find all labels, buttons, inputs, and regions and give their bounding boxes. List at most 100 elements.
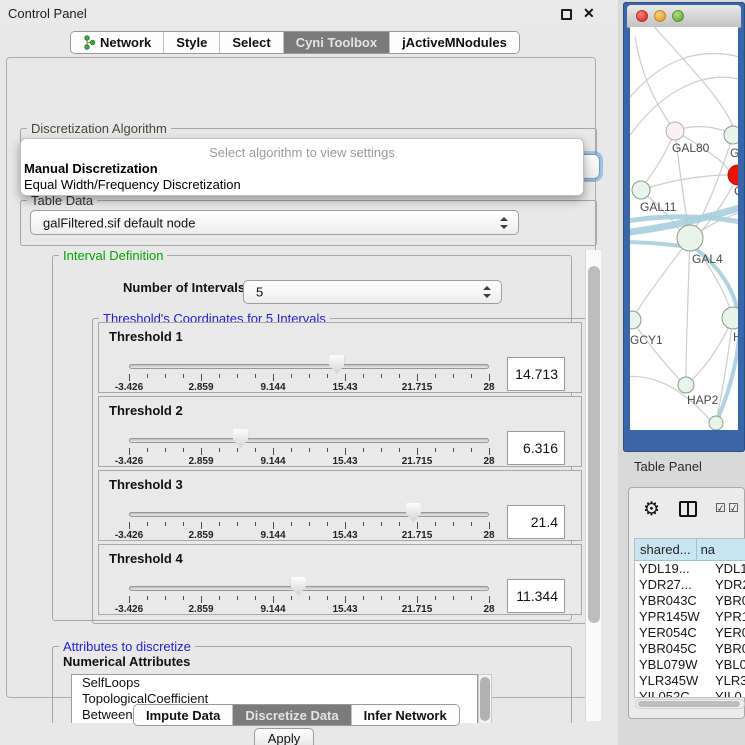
table-cell[interactable]: YBR043C [635, 593, 711, 609]
columns-icon[interactable] [679, 501, 697, 517]
control-panel-title: Control Panel [8, 6, 87, 21]
node-table[interactable]: shared... na YDL19...YDL1YDR27...YDR2YBR… [634, 538, 745, 698]
network-node[interactable] [632, 181, 650, 199]
table-cell[interactable]: YLR345W [635, 673, 711, 689]
table-cell[interactable]: YDR27... [635, 577, 711, 593]
close-traffic-light-icon[interactable] [636, 10, 648, 22]
threshold-3-value-field[interactable]: 21.4 [507, 505, 565, 539]
minimize-traffic-light-icon[interactable] [654, 10, 666, 22]
table-cell[interactable]: YER054C [635, 625, 711, 641]
network-node[interactable] [722, 307, 738, 329]
network-node[interactable] [678, 377, 694, 393]
table-row[interactable]: YLR345WYLR3 [635, 673, 745, 689]
threshold-4-value-field[interactable]: 11.344 [507, 579, 565, 613]
table-cell[interactable]: YDL19... [635, 561, 711, 577]
slider-thumb[interactable] [291, 577, 306, 596]
threshold-1-panel: Threshold 1 -3.4262.8599.14415.4321.7152… [98, 322, 582, 393]
table-cell[interactable]: YDL1 [711, 561, 745, 577]
table-horizontal-scrollbar[interactable] [635, 699, 745, 709]
gear-icon[interactable]: ⚙ [643, 498, 660, 521]
slider-tick [291, 522, 292, 526]
apply-button[interactable]: Apply [254, 728, 314, 745]
slider-thumb[interactable] [406, 503, 421, 522]
table-cell[interactable]: YIL052C [635, 689, 711, 698]
tab-network-label: Network [100, 35, 151, 50]
bottom-tab-bar: Impute Data Discretize Data Infer Networ… [133, 704, 460, 726]
slider-tick [417, 448, 418, 455]
number-of-intervals-label: Number of Intervals [123, 280, 245, 295]
number-of-intervals-value: 5 [256, 285, 263, 300]
table-row[interactable]: YDR27...YDR2 [635, 577, 745, 593]
table-data-combobox[interactable]: galFiltered.sif default node [30, 210, 519, 235]
zoom-traffic-light-icon[interactable] [672, 10, 684, 22]
network-node[interactable] [724, 126, 738, 144]
select-none-checkbox-icon[interactable]: ☑ [728, 502, 739, 514]
slider-tick-label: 2.859 [177, 530, 225, 541]
network-node[interactable] [630, 311, 641, 329]
tab-discretize-data[interactable]: Discretize Data [232, 705, 350, 725]
table-cell[interactable]: YER0 [711, 625, 745, 641]
tab-network[interactable]: Network [71, 32, 163, 53]
table-row[interactable]: YBR045CYBR0 [635, 641, 745, 657]
tab-jactivemnodules[interactable]: jActiveMNodules [389, 32, 519, 53]
slider-tick [273, 448, 274, 455]
tab-cyni-toolbox[interactable]: Cyni Toolbox [283, 32, 389, 53]
table-cell[interactable]: YIL0 [711, 689, 745, 698]
threshold-1-value-field[interactable]: 14.713 [507, 357, 565, 391]
network-window-titlebar[interactable] [627, 5, 741, 28]
cyni-content-panel: Discretization Algorithm Table Data galF… [6, 57, 596, 698]
table-row[interactable]: YBL079WYBL0 [635, 657, 745, 673]
network-canvas[interactable]: GAL80GACGAL11GAL4GCY1HHAP2 [630, 27, 738, 430]
number-of-intervals-combobox[interactable]: 5 [243, 280, 502, 304]
table-row[interactable]: YPR145WYPR1 [635, 609, 745, 625]
table-cell[interactable]: YBR0 [711, 641, 745, 657]
threshold-2-value-field[interactable]: 6.316 [507, 431, 565, 465]
table-row[interactable]: YDL19...YDL1 [635, 561, 745, 577]
table-hscrollbar-thumb[interactable] [638, 701, 740, 707]
dropdown-option-manual-discretization[interactable]: Manual Discretization [24, 161, 158, 176]
dropdown-option-equal-width-frequency[interactable]: Equal Width/Frequency Discretization [24, 177, 241, 192]
table-cell[interactable]: YLR3 [711, 673, 745, 689]
settings-scrollbar-thumb[interactable] [588, 266, 600, 623]
tab-select[interactable]: Select [219, 32, 282, 53]
table-cell[interactable]: YPR1 [711, 609, 745, 625]
table-cell[interactable]: YBR045C [635, 641, 711, 657]
table-cell[interactable]: YBL0 [711, 657, 745, 673]
tab-impute-data[interactable]: Impute Data [134, 705, 232, 725]
threshold-2-panel: Threshold 2 -3.4262.8599.14415.4321.7152… [98, 396, 582, 467]
table-cell[interactable]: YBR0 [711, 593, 745, 609]
attributes-scrollbar-thumb[interactable] [480, 677, 490, 721]
tab-infer-network[interactable]: Infer Network [351, 705, 459, 725]
tab-style[interactable]: Style [163, 32, 219, 53]
slider-tick-label: 15.43 [321, 456, 369, 467]
network-node[interactable] [666, 122, 684, 140]
close-icon[interactable]: ✕ [583, 5, 595, 22]
network-node-label: GCY1 [630, 333, 663, 347]
slider-tick [363, 374, 364, 378]
table-row[interactable]: YBR043CYBR0 [635, 593, 745, 609]
slider-thumb[interactable] [233, 429, 248, 448]
table-row[interactable]: YER054CYER0 [635, 625, 745, 641]
table-cell[interactable]: YBL079W [635, 657, 711, 673]
table-cell[interactable]: YDR2 [711, 577, 745, 593]
slider-tick-label: -3.426 [105, 382, 153, 393]
table-row[interactable]: YIL052CYIL0 [635, 689, 745, 698]
slider-tick-label: 2.859 [177, 604, 225, 615]
slider-thumb[interactable] [329, 355, 344, 374]
network-node[interactable] [728, 165, 738, 185]
network-node[interactable] [709, 416, 723, 430]
slider-tick [435, 448, 436, 452]
column-header-name[interactable]: na [697, 539, 745, 561]
network-node[interactable] [677, 225, 703, 251]
settings-scrollbar[interactable] [585, 250, 601, 721]
slider-tick [237, 374, 238, 378]
attribute-list-item[interactable]: SelfLoops [72, 675, 477, 691]
float-icon[interactable] [561, 9, 572, 20]
table-body: YDL19...YDL1YDR27...YDR2YBR043CYBR0YPR14… [635, 561, 745, 698]
table-cell[interactable]: YPR145W [635, 609, 711, 625]
slider-tick-label: 15.43 [321, 530, 369, 541]
slider-tick [345, 374, 346, 381]
select-all-checkbox-icon[interactable]: ☑ [715, 502, 726, 514]
attributes-scrollbar[interactable] [478, 674, 492, 723]
column-header-shared-name[interactable]: shared... [635, 539, 697, 561]
